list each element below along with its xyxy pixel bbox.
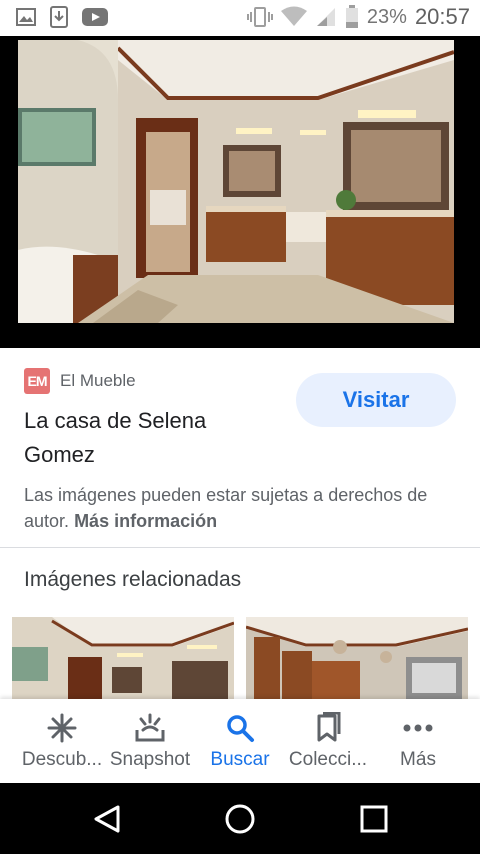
gallery-notification-icon: [16, 8, 36, 26]
nav-snapshot[interactable]: Snapshot: [100, 699, 200, 783]
related-images-heading: Imágenes relacionadas: [24, 568, 242, 591]
system-status: 23% 20:57: [246, 4, 470, 30]
notification-icons: [16, 6, 108, 28]
visit-button[interactable]: Visitar: [296, 373, 456, 427]
battery-icon: [345, 5, 358, 28]
more-icon: [401, 711, 435, 745]
nav-search-label: Buscar: [210, 749, 270, 770]
discover-icon: [45, 711, 79, 745]
nav-snapshot-label: Snapshot: [109, 749, 191, 770]
signal-icon: [316, 8, 335, 26]
divider: [0, 547, 480, 548]
nav-search[interactable]: Buscar: [190, 699, 290, 783]
bathroom-photo: [18, 40, 454, 323]
back-icon[interactable]: [92, 803, 124, 835]
copyright-notice: Las imágenes pueden estar sujetas a dere…: [24, 482, 454, 534]
nav-collections[interactable]: Colecci...: [278, 699, 378, 783]
vibrate-icon: [246, 7, 273, 27]
youtube-notification-icon: [82, 8, 108, 26]
snapshot-icon: [133, 711, 167, 745]
source-name: El Mueble: [60, 371, 136, 390]
nav-discover[interactable]: Descub...: [12, 699, 112, 783]
clock: 20:57: [414, 4, 470, 29]
recents-icon[interactable]: [358, 803, 390, 835]
nav-discover-label: Descub...: [21, 749, 103, 770]
home-icon[interactable]: [224, 803, 256, 835]
bottom-navigation: Descub... Snapshot Buscar Colecci... Más: [0, 699, 480, 783]
nav-more[interactable]: Más: [368, 699, 468, 783]
image-preview[interactable]: [0, 36, 480, 348]
battery-percent: 23%: [366, 5, 407, 28]
collections-icon: [311, 711, 345, 745]
download-notification-icon: [50, 6, 68, 28]
source-row[interactable]: EM El Mueble: [24, 368, 136, 394]
search-icon: [223, 711, 257, 745]
nav-more-label: Más: [400, 749, 436, 770]
wifi-icon: [280, 6, 307, 26]
source-logo: EM: [24, 368, 50, 394]
system-navigation-bar: [0, 783, 480, 854]
more-info-link[interactable]: Más información: [74, 511, 217, 531]
result-title[interactable]: La casa de Selena Gomez: [24, 404, 274, 472]
related-image-2[interactable]: [246, 617, 468, 699]
status-bar: 23% 20:57: [0, 0, 480, 36]
nav-collections-label: Colecci...: [288, 749, 368, 770]
related-image-1[interactable]: [12, 617, 234, 699]
